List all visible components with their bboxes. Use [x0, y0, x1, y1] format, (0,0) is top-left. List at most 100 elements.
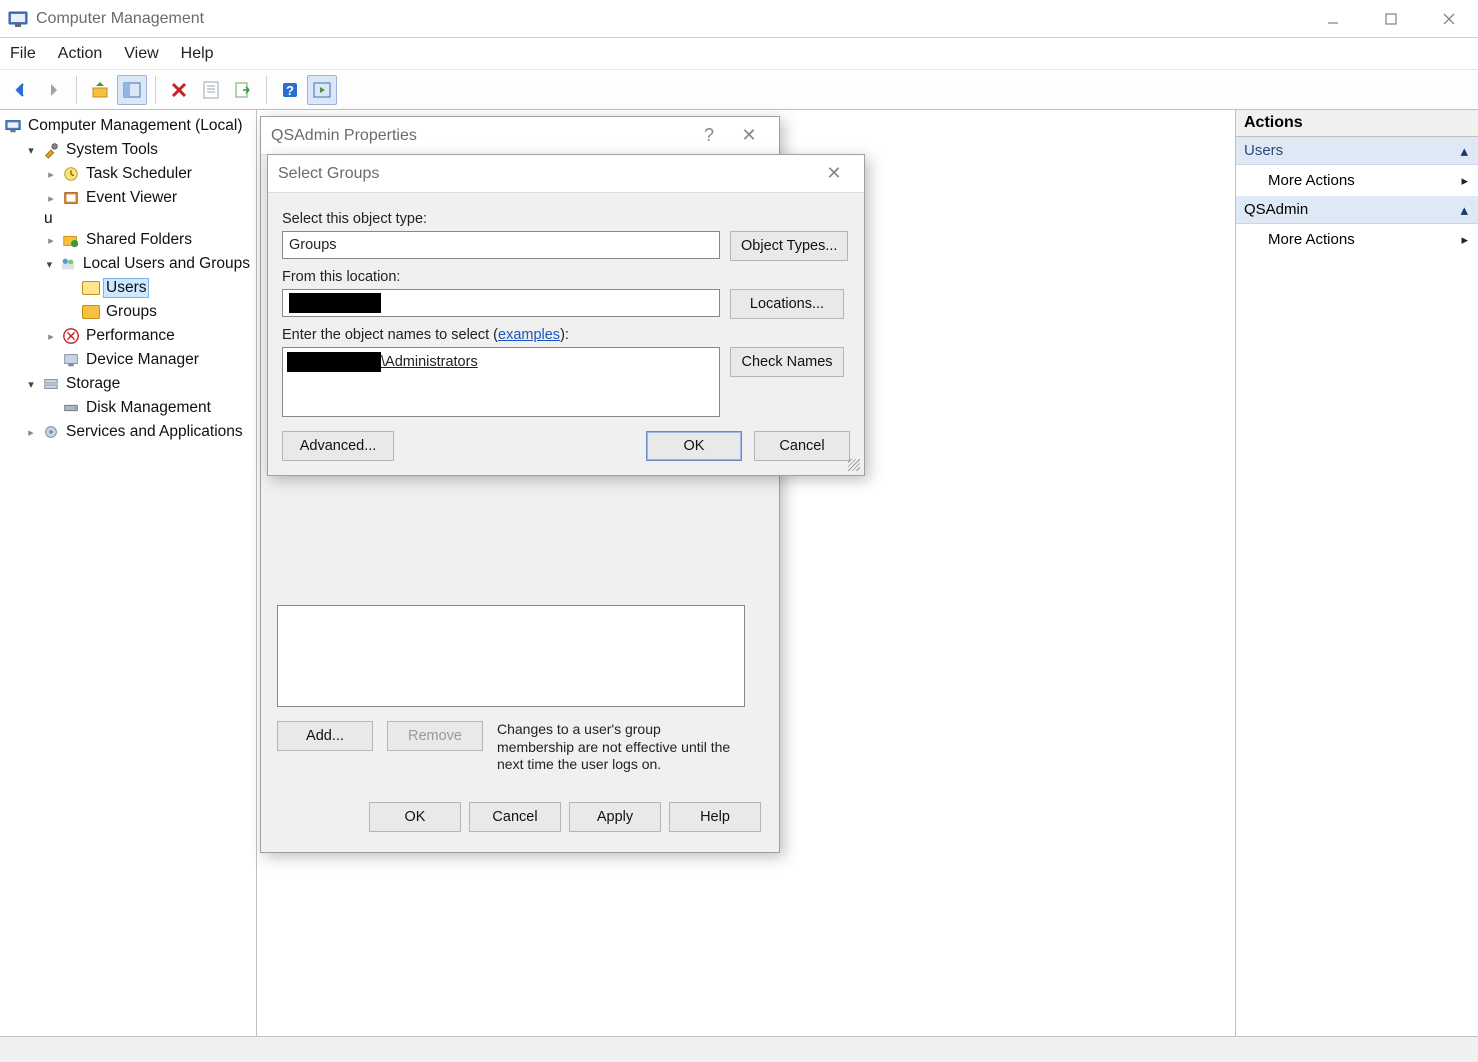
action-more-qsadmin[interactable]: More Actions	[1236, 224, 1478, 255]
expander-icon[interactable]	[24, 143, 38, 157]
clock-icon	[62, 165, 80, 183]
performance-icon	[62, 327, 80, 345]
expander-icon[interactable]	[44, 233, 58, 247]
maximize-button[interactable]	[1362, 0, 1420, 38]
folder-icon	[82, 303, 100, 321]
forward-button[interactable]	[38, 75, 68, 105]
tree-device-manager[interactable]: Device Manager	[44, 348, 252, 372]
computer-icon	[4, 117, 22, 135]
dialog-titlebar[interactable]: Select Groups ✕	[268, 155, 864, 193]
ok-button[interactable]: OK	[369, 802, 461, 832]
membership-hint: Changes to a user's group membership are…	[497, 721, 737, 774]
tree-disk-management[interactable]: Disk Management	[44, 396, 252, 420]
member-list[interactable]	[277, 605, 745, 707]
tree-label: Event Viewer	[84, 189, 179, 207]
tools-icon	[42, 141, 60, 159]
tree-services-apps[interactable]: Services and Applications	[24, 420, 252, 444]
expander-icon	[64, 281, 78, 295]
toolbar-separator	[155, 76, 156, 104]
up-button[interactable]	[85, 75, 115, 105]
from-location-label: From this location:	[282, 269, 850, 285]
menu-action[interactable]: Action	[58, 45, 102, 63]
tree-performance[interactable]: Performance	[44, 324, 252, 348]
expander-icon[interactable]	[44, 191, 58, 205]
tree-label: System Tools	[64, 141, 160, 159]
run-button[interactable]	[307, 75, 337, 105]
select-groups-dialog[interactable]: Select Groups ✕ Select this object type:…	[267, 154, 865, 476]
tree-task-scheduler[interactable]: Task Scheduler	[44, 162, 252, 186]
menubar: File Action View Help	[0, 38, 1478, 70]
add-button[interactable]: Add...	[277, 721, 373, 751]
minimize-button[interactable]	[1304, 0, 1362, 38]
actions-section-users[interactable]: Users	[1236, 137, 1478, 165]
export-button[interactable]	[228, 75, 258, 105]
object-names-input[interactable]: \Administrators	[282, 347, 720, 417]
tree-event-viewer[interactable]: Event Viewer	[44, 186, 252, 210]
properties-button[interactable]	[196, 75, 226, 105]
check-names-button[interactable]: Check Names	[730, 347, 844, 377]
menu-help[interactable]: Help	[181, 45, 214, 63]
menu-file[interactable]: File	[10, 45, 36, 63]
back-button[interactable]	[6, 75, 36, 105]
object-types-button[interactable]: Object Types...	[730, 231, 848, 261]
app-icon	[8, 9, 28, 29]
object-name-value: \Administrators	[381, 354, 478, 370]
dialog-help-button[interactable]: ?	[689, 125, 729, 146]
expander-icon[interactable]	[44, 257, 55, 271]
examples-link[interactable]: examples	[498, 327, 560, 343]
cancel-button[interactable]: Cancel	[754, 431, 850, 461]
apply-button[interactable]: Apply	[569, 802, 661, 832]
help-button[interactable]: ?	[275, 75, 305, 105]
expander-icon[interactable]	[24, 377, 38, 391]
expander-icon[interactable]	[44, 329, 58, 343]
menu-view[interactable]: View	[124, 45, 158, 63]
tree-label: Groups	[104, 303, 159, 321]
tree-shared-folders[interactable]: Shared Folders	[44, 228, 252, 252]
tree-label: Performance	[84, 327, 177, 345]
tree-groups[interactable]: Groups	[64, 300, 252, 324]
tree-label: Local Users and Groups	[81, 255, 252, 273]
close-button[interactable]	[1420, 0, 1478, 38]
tree-system-tools[interactable]: System Tools	[24, 138, 252, 162]
tree-users[interactable]: Users	[64, 276, 252, 300]
tree-root[interactable]: Computer Management (Local)	[4, 114, 252, 138]
shared-folders-icon	[62, 231, 80, 249]
dialog-close-button[interactable]: ✕	[814, 163, 854, 184]
object-type-label: Select this object type:	[282, 211, 850, 227]
advanced-button[interactable]: Advanced...	[282, 431, 394, 461]
locations-button[interactable]: Locations...	[730, 289, 844, 319]
tree-storage[interactable]: Storage	[24, 372, 252, 396]
tree-label: Users	[104, 279, 148, 297]
show-pane-button[interactable]	[117, 75, 147, 105]
expander-icon[interactable]	[24, 425, 38, 439]
ok-button[interactable]: OK	[646, 431, 742, 461]
disk-icon	[62, 399, 80, 417]
action-more-users[interactable]: More Actions	[1236, 165, 1478, 196]
tree-label: Disk Management	[84, 399, 213, 417]
tree-local-users-groups[interactable]: Local Users and Groups	[44, 252, 252, 276]
cancel-button[interactable]: Cancel	[469, 802, 561, 832]
expander-icon[interactable]	[44, 167, 58, 181]
delete-button[interactable]	[164, 75, 194, 105]
actions-section-qsadmin[interactable]: QSAdmin	[1236, 196, 1478, 224]
remove-button[interactable]: Remove	[387, 721, 483, 751]
tree-label: Task Scheduler	[84, 165, 194, 183]
tree-label: Shared Folders	[84, 231, 194, 249]
object-type-value: Groups	[289, 237, 337, 253]
users-groups-icon	[59, 255, 77, 273]
folder-icon	[82, 279, 100, 297]
toolbar-separator	[76, 76, 77, 104]
tree-label: Device Manager	[84, 351, 201, 369]
expander-icon	[44, 353, 58, 367]
expander-icon	[44, 401, 58, 415]
help-button[interactable]: Help	[669, 802, 761, 832]
tree-root-label: Computer Management (Local)	[26, 117, 245, 135]
object-names-label-b: ):	[560, 327, 569, 343]
resize-grip-icon[interactable]	[848, 459, 860, 471]
tree-label: Services and Applications	[64, 423, 245, 441]
navigation-tree[interactable]: Computer Management (Local) System Tools…	[4, 114, 252, 444]
content-pane: QSAdmin Properties ? ✕ Add... Remove Cha…	[257, 110, 1235, 1036]
dialog-titlebar[interactable]: QSAdmin Properties ? ✕	[261, 117, 779, 155]
device-manager-icon	[62, 351, 80, 369]
dialog-close-button[interactable]: ✕	[729, 125, 769, 146]
